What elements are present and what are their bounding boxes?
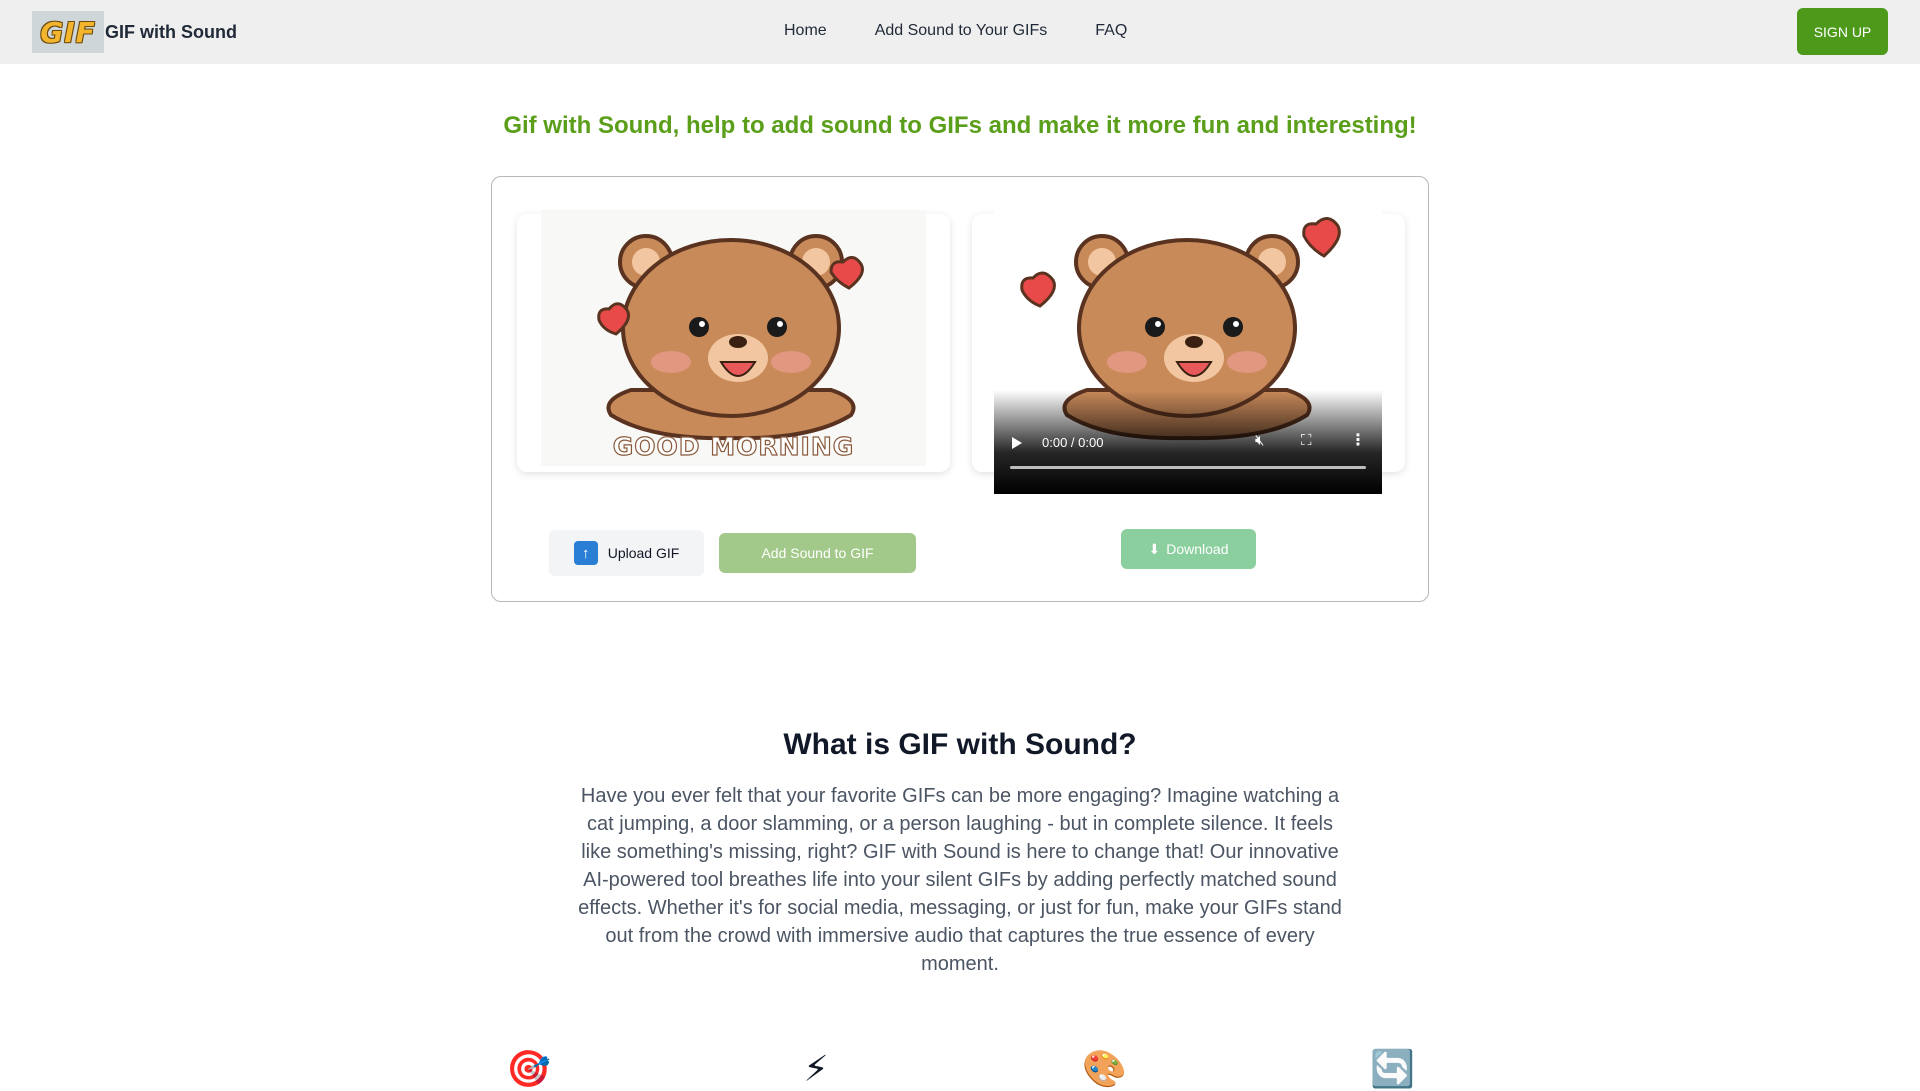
add-sound-button[interactable]: Add Sound to GIF (719, 533, 916, 573)
gif-caption: GOOD MORNING (612, 431, 855, 461)
video-progress-bar[interactable] (1010, 466, 1366, 469)
video-time: 0:00 / 0:00 (1042, 435, 1104, 450)
mute-icon[interactable]: 🔇︎ (1255, 432, 1264, 449)
upload-arrow-icon: ↑ (573, 541, 598, 565)
about-title: What is GIF with Sound? (783, 728, 1137, 761)
bear-illustration (597, 234, 864, 441)
about-description: Have you ever felt that your favorite GI… (578, 785, 1342, 975)
brand-logo: GIF (32, 11, 104, 53)
upload-gif-label: Upload GIF (607, 545, 680, 561)
gif-sound-tool: GOOD MORNING 0:00 / 0:00 🔇︎ ⛶ ⋮ ↑ Upload… (491, 176, 1429, 602)
download-arrow-icon: ⬇ (1148, 540, 1161, 557)
top-navbar: GIF GIF with Sound Home Add Sound to You… (0, 0, 1920, 64)
fullscreen-icon[interactable]: ⛶ (1301, 432, 1312, 449)
nav-links: Home Add Sound to Your GIFs FAQ (784, 22, 1127, 40)
video-preview-panel: 0:00 / 0:00 🔇︎ ⛶ ⋮ (972, 210, 1405, 494)
nav-link-add-sound[interactable]: Add Sound to Your GIFs (875, 22, 1048, 40)
nav-link-faq[interactable]: FAQ (1095, 22, 1127, 40)
heart-icon (829, 256, 864, 290)
repeat-icon: 🔄 (1370, 1048, 1415, 1089)
target-icon: 🎯 (506, 1048, 551, 1089)
upload-gif-button[interactable]: ↑ Upload GIF (549, 530, 704, 576)
download-label: Download (1166, 541, 1229, 557)
palette-icon: 🎨 (1082, 1048, 1127, 1089)
gif-preview-panel: GOOD MORNING (517, 210, 950, 472)
hero-title: Gif with Sound, help to add sound to GIF… (503, 112, 1417, 139)
brand-name: GIF with Sound (105, 21, 237, 42)
video-player[interactable]: 0:00 / 0:00 🔇︎ ⛶ ⋮ (994, 210, 1382, 494)
lightning-icon: ⚡ (803, 1048, 829, 1089)
brand[interactable]: GIF GIF with Sound (32, 11, 237, 53)
gif-preview-image: GOOD MORNING (541, 210, 926, 466)
nav-link-home[interactable]: Home (784, 22, 827, 40)
bear (606, 234, 856, 441)
more-options-icon[interactable]: ⋮ (1350, 430, 1366, 450)
download-button[interactable]: ⬇ Download (1121, 529, 1256, 569)
signup-button[interactable]: SIGN UP (1797, 8, 1888, 55)
play-icon[interactable] (1012, 437, 1022, 449)
